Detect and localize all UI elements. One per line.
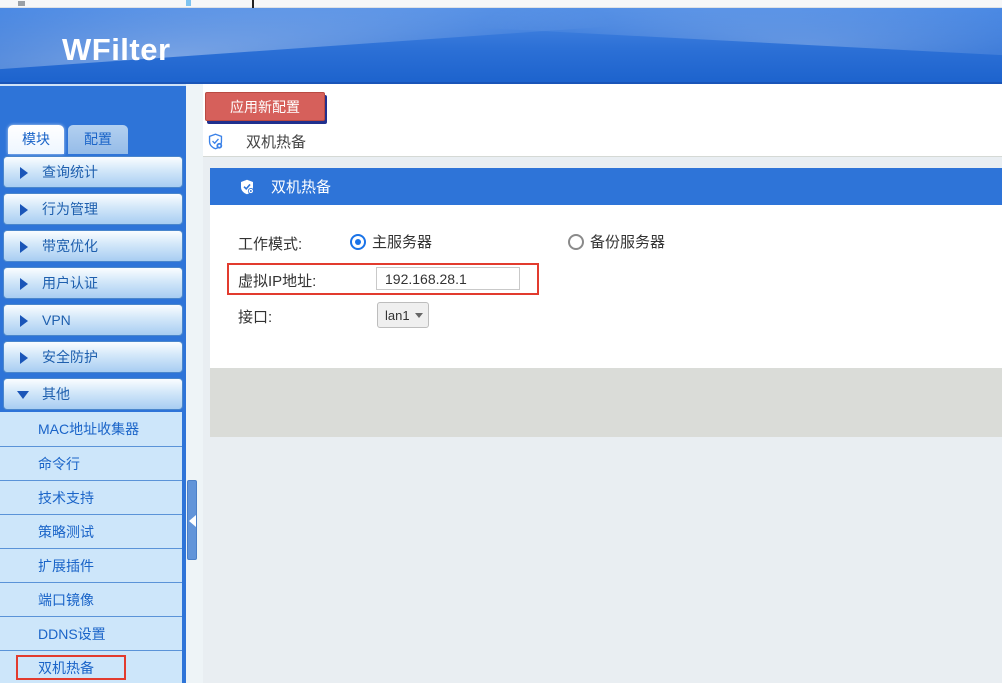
radio-backup-server[interactable]: [568, 234, 584, 250]
shield-check-icon: [239, 179, 255, 195]
chevron-left-icon: [189, 515, 196, 527]
radio-primary-label: 主服务器: [372, 231, 432, 252]
sidebar-item-port-mirror[interactable]: 端口镜像: [0, 582, 182, 616]
interface-label: 接口:: [238, 306, 272, 327]
top-strip-mark: [186, 0, 191, 6]
tab-config[interactable]: 配置: [68, 125, 128, 154]
tab-modules[interactable]: 模块: [8, 125, 64, 154]
radio-primary-server[interactable]: [350, 234, 366, 250]
virtual-ip-input[interactable]: [376, 267, 520, 290]
panel-header: 双机热备: [210, 168, 1002, 205]
group-label: 安全防护: [42, 349, 98, 365]
virtual-ip-label: 虚拟IP地址:: [238, 270, 316, 291]
sidebar-item-ha[interactable]: 双机热备: [0, 650, 182, 683]
sidebar-content-gap: [186, 84, 203, 683]
group-label: 带宽优化: [42, 238, 98, 254]
chevron-right-icon: [20, 241, 28, 253]
sidebar-group-query-stats[interactable]: 查询统计: [3, 156, 183, 188]
chevron-right-icon: [20, 278, 28, 290]
group-label: 查询统计: [42, 164, 98, 180]
apply-config-button[interactable]: 应用新配置: [205, 92, 325, 121]
chevron-right-icon: [20, 204, 28, 216]
sidebar-group-security[interactable]: 安全防护: [3, 341, 183, 373]
browser-top-strip: [0, 0, 1002, 8]
app-header: WFilter: [0, 8, 1002, 84]
sidebar-groups: 查询统计 行为管理 带宽优化 用户认证 VPN 安全防护: [0, 156, 186, 415]
panel-footer-band: [210, 368, 1002, 437]
sidebar-group-behavior[interactable]: 行为管理: [3, 193, 183, 225]
chevron-down-icon: [415, 313, 423, 318]
chevron-right-icon: [20, 315, 28, 327]
group-label: 行为管理: [42, 201, 98, 217]
sidebar-group-bandwidth[interactable]: 带宽优化: [3, 230, 183, 262]
sidebar-tabs: 模块 配置: [8, 125, 132, 154]
group-label: 用户认证: [42, 275, 98, 291]
sidebar-item-extensions[interactable]: 扩展插件: [0, 548, 182, 582]
interface-select[interactable]: lan1: [377, 302, 429, 328]
sidebar-item-policy-test[interactable]: 策略测试: [0, 514, 182, 548]
sidebar-item-tech-support[interactable]: 技术支持: [0, 480, 182, 514]
sidebar-group-others[interactable]: 其他: [3, 378, 183, 410]
panel-body: 工作模式: 主服务器 备份服务器 虚拟IP地址: 接口: lan1: [210, 205, 1002, 368]
panel-title: 双机热备: [271, 176, 331, 197]
sidebar: 模块 配置 查询统计 行为管理 带宽优化 用户认证 VPN: [0, 84, 186, 683]
chevron-down-icon: [17, 391, 29, 399]
sidebar-item-ddns[interactable]: DDNS设置: [0, 616, 182, 650]
work-mode-label: 工作模式:: [238, 233, 302, 254]
sidebar-collapse-handle[interactable]: [187, 480, 197, 560]
brand-logo: WFilter: [62, 32, 171, 68]
text-cursor-mark: [252, 0, 254, 8]
breadcrumb: 双机热备: [207, 131, 306, 151]
sidebar-item-command-line[interactable]: 命令行: [0, 446, 182, 480]
sidebar-group-auth[interactable]: 用户认证: [3, 267, 183, 299]
breadcrumb-divider: [203, 156, 1002, 157]
top-strip-mark: [18, 1, 25, 6]
sidebar-group-vpn[interactable]: VPN: [3, 304, 183, 336]
wfilter-app-window: WFilter 模块 配置 查询统计 行为管理 带宽优化 用: [0, 0, 1002, 683]
group-label: 其他: [42, 386, 70, 402]
chevron-right-icon: [20, 167, 28, 179]
breadcrumb-title: 双机热备: [246, 131, 306, 152]
radio-backup-label: 备份服务器: [590, 231, 665, 252]
interface-selected-value: lan1: [385, 308, 410, 323]
group-label: VPN: [42, 312, 71, 328]
sidebar-item-mac-collector[interactable]: MAC地址收集器: [0, 412, 182, 446]
shield-check-icon: [207, 133, 224, 150]
sidebar-subnav: MAC地址收集器 命令行 技术支持 策略测试 扩展插件 端口镜像 DDNS设置 …: [0, 412, 182, 683]
work-mode-radio-group: 主服务器 备份服务器: [350, 231, 665, 252]
chevron-right-icon: [20, 352, 28, 364]
